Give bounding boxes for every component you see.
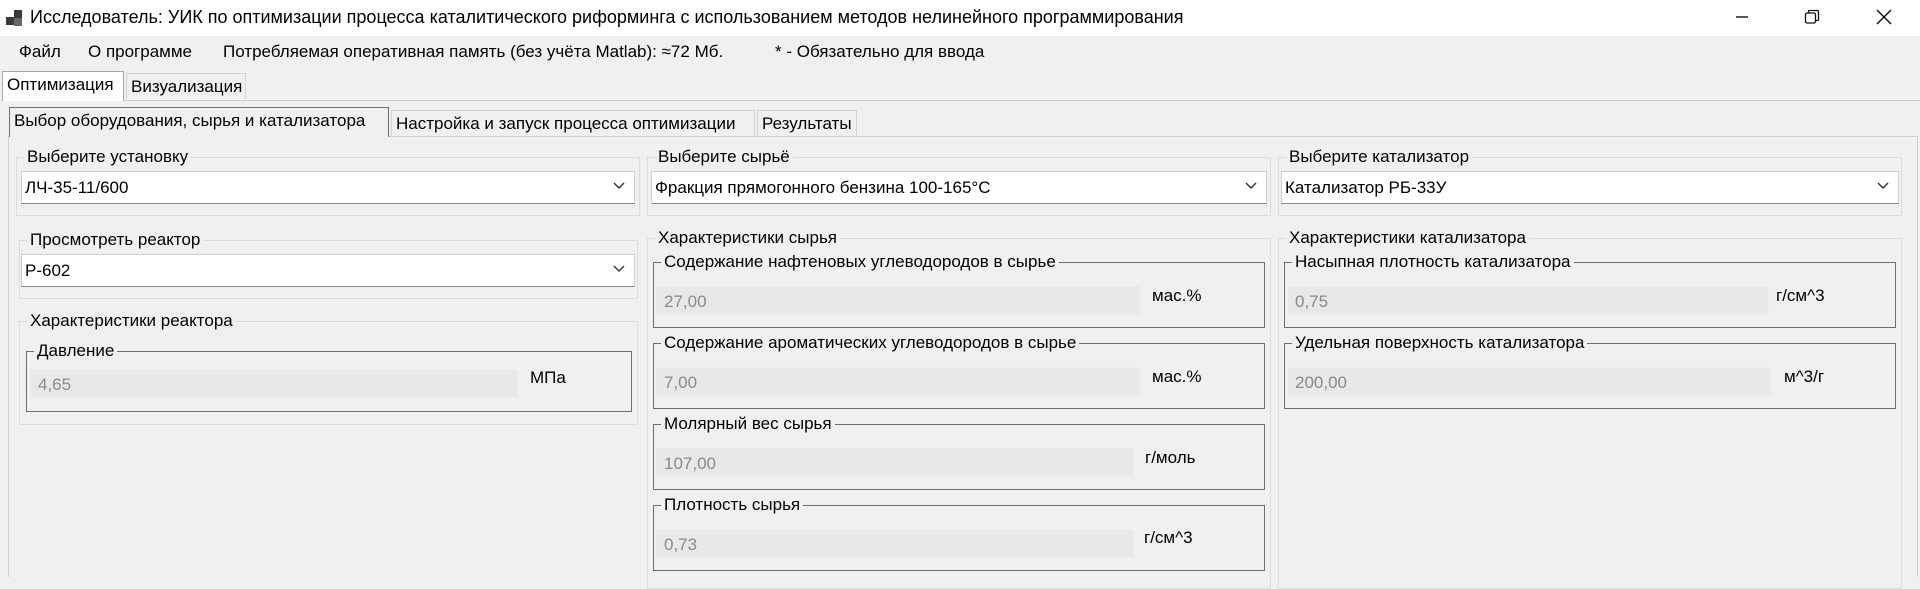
minimize-button[interactable] — [1706, 0, 1778, 34]
chevron-down-icon — [613, 265, 625, 272]
required-note: * - Обязательно для ввода — [775, 42, 985, 61]
chevron-down-icon — [1245, 182, 1257, 189]
molar-weight-field[interactable]: 107,00 — [656, 448, 1134, 477]
tab-equipment-selection[interactable]: Выбор оборудования, сырья и катализатора — [9, 107, 389, 137]
close-button[interactable] — [1848, 0, 1920, 34]
bulk-density-value: 0,75 — [1295, 292, 1329, 311]
reactor-value: Р-602 — [25, 261, 71, 280]
aromatics-legend: Содержание ароматических углеводородов в… — [664, 333, 1077, 352]
aromatics-field[interactable]: 7,00 — [656, 367, 1140, 396]
catalyst-legend: Выберите катализатор — [1289, 147, 1470, 166]
bulk-density-legend: Насыпная плотность катализатора — [1295, 252, 1571, 271]
naphthenes-value: 27,00 — [664, 292, 707, 311]
feed-legend: Выберите сырьё — [658, 147, 790, 166]
restore-icon — [1804, 9, 1820, 24]
surface-area-unit: м^3/г — [1784, 367, 1825, 386]
catalyst-select[interactable]: Катализатор РБ-33У — [1281, 171, 1899, 204]
restore-button[interactable] — [1776, 0, 1848, 34]
bulk-density-unit: г/см^3 — [1776, 286, 1825, 305]
app-icon — [6, 10, 24, 28]
density-value: 0,73 — [664, 535, 698, 554]
menu-about[interactable]: О программе — [88, 42, 192, 62]
pressure-field[interactable]: 4,65 — [30, 369, 518, 398]
naphthenes-field[interactable]: 27,00 — [656, 286, 1140, 315]
installation-select[interactable]: ЛЧ-35-11/600 — [21, 171, 635, 204]
naphthenes-legend: Содержание нафтеновых углеводородов в сы… — [664, 252, 1056, 271]
tab-optimization[interactable]: Оптимизация — [2, 71, 124, 101]
catalyst-value: Катализатор РБ-33У — [1285, 178, 1447, 197]
molar-weight-value: 107,00 — [664, 454, 716, 473]
bulk-density-field[interactable]: 0,75 — [1287, 286, 1769, 315]
feed-value: Фракция прямогонного бензина 100-165°С — [655, 178, 991, 197]
molar-weight-unit: г/моль — [1145, 448, 1196, 467]
pressure-value: 4,65 — [38, 375, 72, 394]
aromatics-value: 7,00 — [664, 373, 698, 392]
density-unit: г/см^3 — [1144, 528, 1193, 547]
close-icon — [1876, 9, 1892, 25]
molar-weight-legend: Молярный вес сырья — [664, 414, 832, 433]
tab-results[interactable]: Результаты — [757, 110, 857, 136]
installation-legend: Выберите установку — [27, 147, 189, 166]
pressure-legend: Давление — [37, 341, 115, 360]
chevron-down-icon — [1877, 182, 1889, 189]
chevron-down-icon — [613, 182, 625, 189]
feed-select[interactable]: Фракция прямогонного бензина 100-165°С — [651, 171, 1267, 204]
pressure-unit: МПа — [530, 368, 566, 387]
catalyst-characteristics-legend: Характеристики катализатора — [1289, 228, 1526, 247]
tab-visualization[interactable]: Визуализация — [126, 73, 246, 99]
tab-optimization-setup[interactable]: Настройка и запуск процесса оптимизации — [391, 110, 755, 136]
menu-file[interactable]: Файл — [19, 42, 61, 62]
installation-value: ЛЧ-35-11/600 — [25, 178, 129, 197]
reactor-select[interactable]: Р-602 — [21, 254, 635, 287]
aromatics-unit: мас.% — [1152, 367, 1202, 386]
surface-area-legend: Удельная поверхность катализатора — [1295, 333, 1585, 352]
window-title: Исследователь: УИК по оптимизации процес… — [30, 7, 1184, 27]
memory-usage-label: Потребляемая оперативная память (без учё… — [223, 42, 724, 61]
density-field[interactable]: 0,73 — [656, 529, 1134, 558]
reactor-view-legend: Просмотреть реактор — [30, 230, 201, 249]
minimize-icon — [1736, 16, 1748, 18]
surface-area-field[interactable]: 200,00 — [1287, 367, 1771, 396]
surface-area-value: 200,00 — [1295, 373, 1347, 392]
title-bar: Исследователь: УИК по оптимизации процес… — [0, 0, 1920, 36]
density-legend: Плотность сырья — [664, 495, 801, 514]
naphthenes-unit: мас.% — [1152, 286, 1202, 305]
reactor-characteristics-legend: Характеристики реактора — [30, 311, 233, 330]
feed-characteristics-legend: Характеристики сырья — [658, 228, 838, 247]
